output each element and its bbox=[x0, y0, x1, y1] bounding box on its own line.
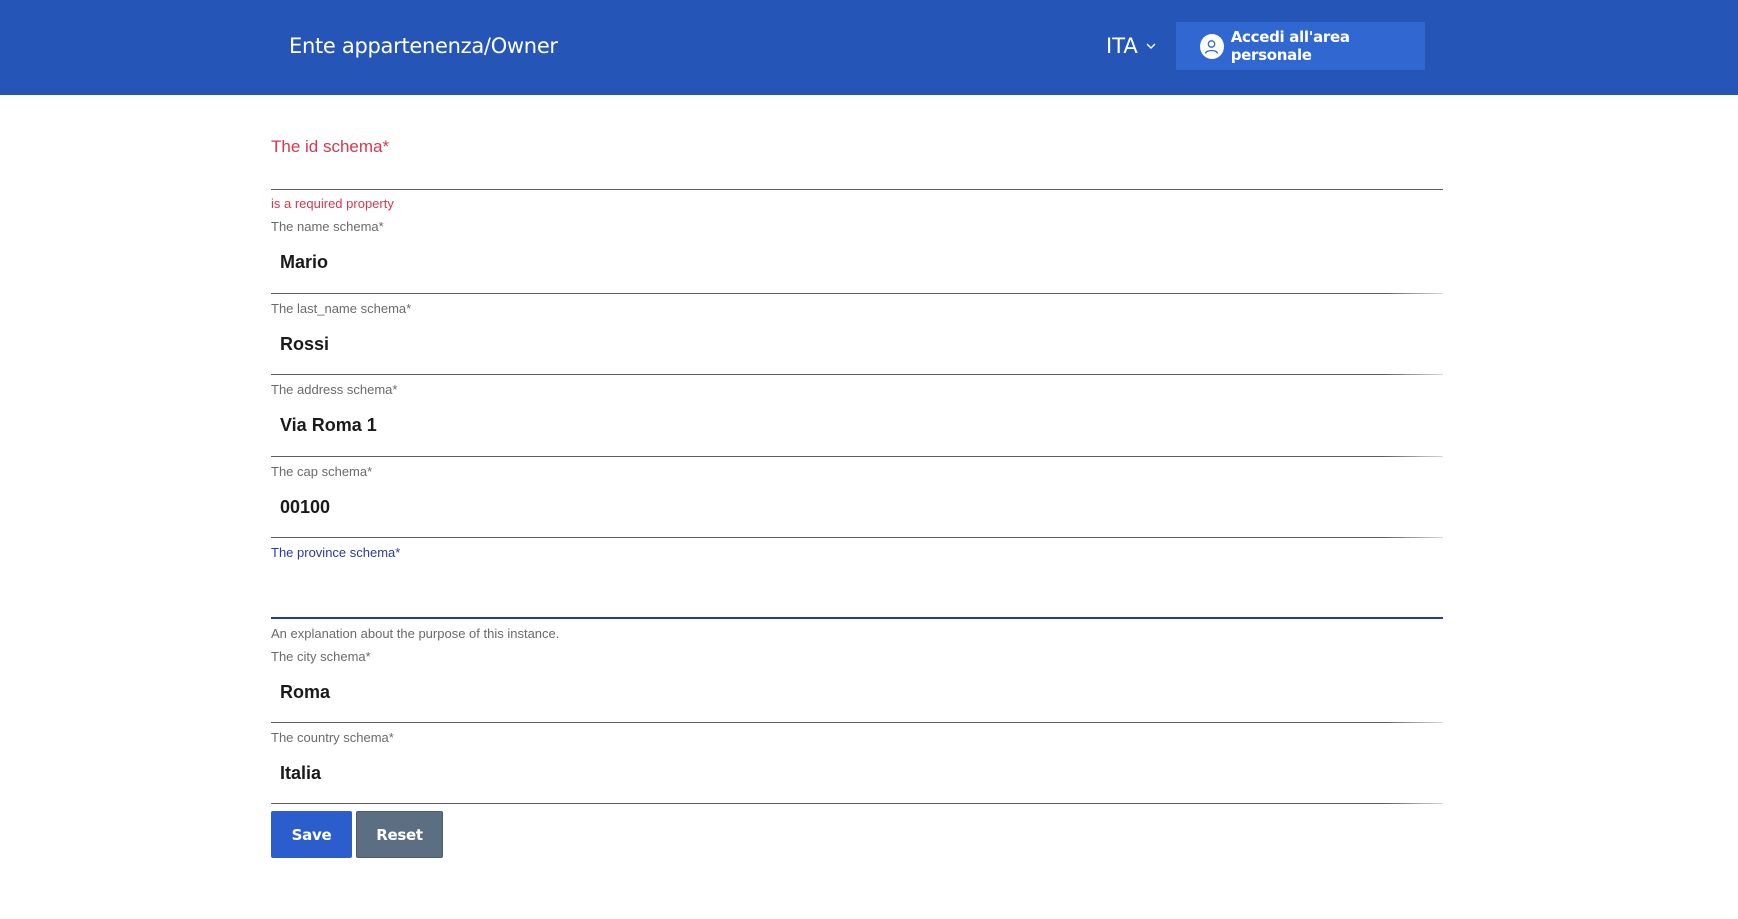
name-input-underline bbox=[271, 293, 1443, 294]
address-field-label: The address schema* bbox=[271, 382, 398, 397]
login-button[interactable]: Accedi all'area personale bbox=[1176, 22, 1425, 70]
cap-input-underline bbox=[271, 537, 1443, 538]
name-input[interactable] bbox=[280, 249, 1430, 275]
province-helper-text: An explanation about the purpose of this… bbox=[271, 626, 560, 641]
last-name-field-label: The last_name schema* bbox=[271, 301, 412, 316]
app-header: Ente appartenenza/Owner ITA Accedi all'a… bbox=[0, 0, 1738, 95]
reset-button[interactable]: Reset bbox=[356, 811, 443, 858]
province-input-underline bbox=[271, 617, 1443, 619]
address-input[interactable] bbox=[280, 412, 1430, 438]
province-field-label: The province schema* bbox=[271, 545, 401, 560]
country-input-underline bbox=[271, 803, 1443, 804]
last-name-input[interactable] bbox=[280, 331, 1430, 357]
city-input[interactable] bbox=[280, 679, 1430, 705]
id-error-message: is a required property bbox=[271, 196, 394, 211]
login-label: Accedi all'area personale bbox=[1230, 28, 1350, 64]
last-name-input-underline bbox=[271, 374, 1443, 375]
cap-input[interactable] bbox=[280, 494, 1430, 520]
id-field-label: The id schema* bbox=[271, 137, 390, 156]
name-field-label: The name schema* bbox=[271, 219, 384, 234]
language-label: ITA bbox=[1106, 34, 1138, 58]
city-input-underline bbox=[271, 722, 1443, 723]
id-input-underline bbox=[271, 189, 1443, 190]
country-field-label: The country schema* bbox=[271, 730, 394, 745]
address-input-underline bbox=[271, 456, 1443, 457]
cap-field-label: The cap schema* bbox=[271, 464, 373, 479]
page-title: Ente appartenenza/Owner bbox=[289, 34, 558, 58]
id-input[interactable] bbox=[280, 157, 1430, 183]
user-icon bbox=[1200, 33, 1224, 59]
language-selector[interactable]: ITA bbox=[1106, 30, 1156, 62]
save-button[interactable]: Save bbox=[271, 811, 352, 858]
country-input[interactable] bbox=[280, 760, 1430, 786]
province-input[interactable] bbox=[280, 575, 1430, 601]
city-field-label: The city schema* bbox=[271, 649, 371, 664]
chevron-down-icon bbox=[1146, 43, 1156, 49]
